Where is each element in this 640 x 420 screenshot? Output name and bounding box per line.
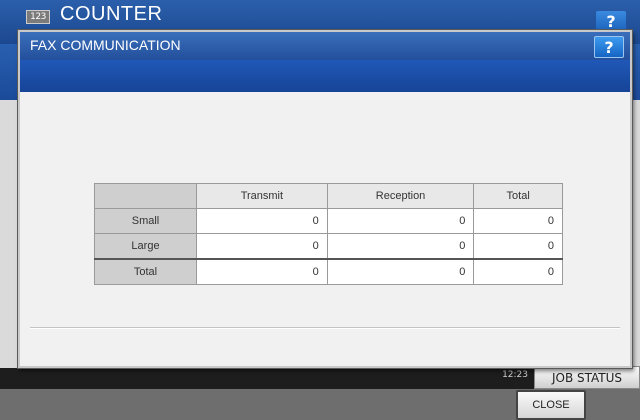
clock-time: 12:23 <box>502 370 528 380</box>
column-header-reception: Reception <box>326 183 475 209</box>
fax-counter-table: Transmit Reception Total Small 0 0 0 Lar… <box>94 183 563 285</box>
table-header-row: Transmit Reception Total <box>94 183 563 209</box>
table-row-total: Total 0 0 0 <box>94 258 563 285</box>
clock: 12:23 <box>480 371 528 380</box>
divider <box>30 327 620 329</box>
table-corner-cell <box>94 183 197 209</box>
row-header-total: Total <box>94 258 197 285</box>
close-button[interactable]: CLOSE <box>516 390 586 420</box>
table-row: Small 0 0 0 <box>94 208 563 234</box>
cell-total-transmit: 0 <box>196 258 328 285</box>
fax-communication-dialog: FAX COMMUNICATION ? Transmit Reception T… <box>18 30 632 420</box>
cell-total-reception: 0 <box>326 258 475 285</box>
counter-icon: 123 <box>26 10 50 24</box>
cell-large-reception: 0 <box>326 233 475 260</box>
column-header-total: Total <box>473 183 563 209</box>
column-header-transmit: Transmit <box>196 183 328 209</box>
row-header-large: Large <box>94 233 197 260</box>
dialog-body: Transmit Reception Total Small 0 0 0 Lar… <box>20 92 630 420</box>
cell-small-transmit: 0 <box>196 208 328 234</box>
dialog-title: FAX COMMUNICATION <box>30 37 181 53</box>
row-header-small: Small <box>94 208 197 234</box>
table-row: Large 0 0 0 <box>94 233 563 260</box>
counter-title: COUNTER <box>60 3 163 25</box>
help-button[interactable]: ? <box>594 36 624 58</box>
cell-small-reception: 0 <box>326 208 475 234</box>
dialog-title-bar: FAX COMMUNICATION ? <box>20 32 630 60</box>
job-status-button[interactable]: JOB STATUS <box>534 366 640 389</box>
cell-large-transmit: 0 <box>196 233 328 260</box>
cell-large-total: 0 <box>473 233 563 260</box>
cell-total-total: 0 <box>473 258 563 285</box>
cell-small-total: 0 <box>473 208 563 234</box>
dialog-subheader <box>20 60 630 92</box>
